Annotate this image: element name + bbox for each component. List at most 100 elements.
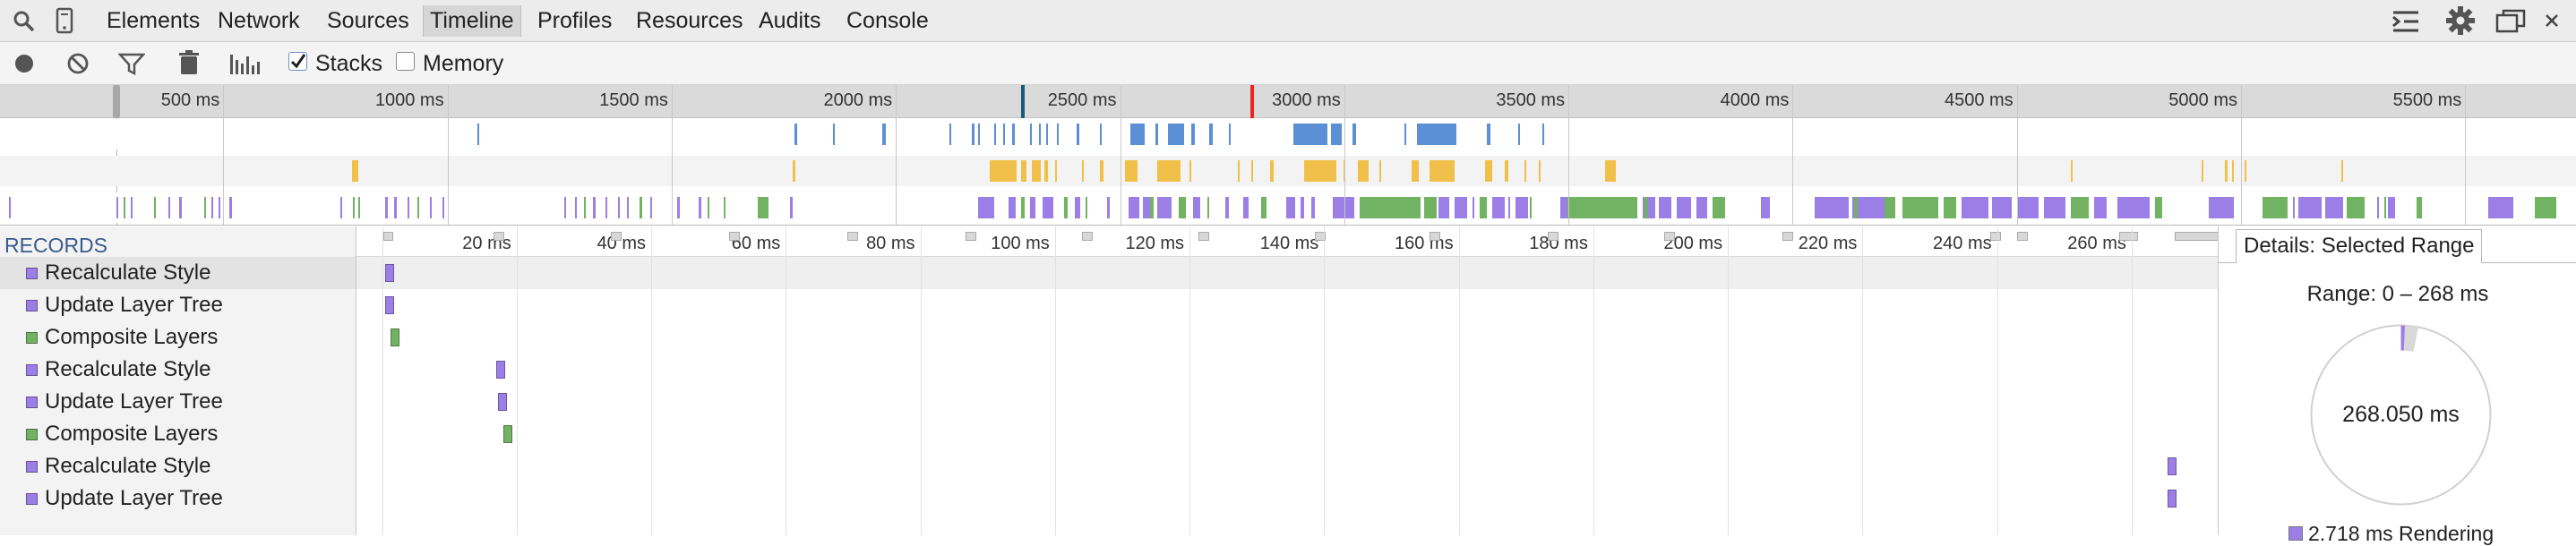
record-row[interactable]: Update Layer Tree [0,289,356,321]
rendering-event [627,197,629,218]
tab-details-selected-range[interactable]: Details: Selected Range [2236,229,2483,263]
record-bar[interactable] [2168,457,2177,475]
rendering-event [219,197,220,218]
overview-gridline [2465,85,2467,226]
frame-marker [2119,232,2138,241]
records-gridline [1996,226,1998,535]
painting-event [1567,197,1623,218]
record-timeline-row[interactable] [356,289,2218,321]
overview-gridline [447,85,449,226]
tab-audits[interactable]: Audits [752,5,827,37]
loading-event [1191,124,1195,145]
gear-icon[interactable] [2445,5,2476,36]
timeline-overview[interactable]: 500 ms 1000 ms 1500 ms 2000 ms 2500 ms 3000 m… [0,85,2576,226]
scripting-event [2341,160,2343,182]
devtools-tab-bar: Elements Network Sources Timeline Profiles Re… [0,0,2576,42]
rendering-event [1713,197,1725,218]
record-bar[interactable] [2168,490,2177,508]
rendering-event [168,197,170,218]
scripting-event [2071,160,2073,182]
rendering-event [2300,197,2322,218]
record-timeline-row[interactable] [356,386,2218,418]
record-label: Composite Layers [45,422,219,446]
records-header: RECORDS [4,234,108,257]
load-event-marker [1250,85,1254,118]
overview-tick-label: 4500 ms [1944,90,2014,110]
show-drawer-icon[interactable] [2391,9,2422,34]
rendering-event [605,197,607,218]
record-row[interactable]: Update Layer Tree [0,482,356,515]
rendering-event [724,197,726,218]
overview-tick-label: 3500 ms [1496,90,1566,110]
record-timeline-row[interactable] [356,418,2218,450]
records-timeline[interactable]: 20 ms 40 ms 60 ms 80 ms 100 ms 120 ms 140 ms 16… [356,226,2237,535]
loading-event [1293,124,1327,145]
records-gridline [1324,226,1326,535]
overview-left-handle[interactable] [113,85,120,118]
record-timeline-row[interactable] [356,354,2218,386]
tab-console[interactable]: Console [840,5,935,37]
loading-event [1030,124,1032,145]
tab-elements[interactable]: Elements [100,5,206,37]
filter-icon[interactable] [117,52,146,76]
loading-event [1012,124,1015,145]
record-row[interactable]: Recalculate Style [0,354,356,386]
record-bar[interactable] [498,393,508,411]
scripting-event [990,160,1017,182]
record-timeline-row[interactable] [356,450,2218,482]
painting-event [1150,197,1154,218]
record-type-swatch [26,300,38,311]
record-bar[interactable] [391,328,400,346]
frame-marker [1664,232,1675,241]
rendering-event [2209,197,2234,218]
record-timeline-row[interactable] [356,321,2218,354]
clear-button[interactable] [66,52,90,75]
garbage-collect-icon[interactable] [178,49,200,76]
search-icon[interactable] [13,10,36,33]
rendering-event [1225,197,1229,218]
records-gridline [516,226,518,535]
record-bar[interactable] [496,361,506,379]
record-timeline-row[interactable] [356,482,2218,515]
range-label: Range: 0 – 268 ms [2306,282,2489,306]
stacks-checkbox[interactable] [288,52,307,71]
record-bar[interactable] [384,296,394,314]
loading-event [1057,124,1059,145]
record-row[interactable]: Composite Layers [0,321,356,354]
flame-chart-toggle-icon[interactable] [228,51,261,76]
tab-profiles[interactable]: Profiles [531,5,618,37]
scripting-event [2245,160,2246,182]
rendering-event [124,197,125,218]
rendering-event [1129,197,1139,218]
record-row[interactable]: Recalculate Style [0,450,356,482]
scripting-event [1270,160,1274,182]
rendering-event [229,197,232,218]
dock-side-icon[interactable] [2495,9,2526,34]
rendering-event [2535,197,2556,218]
rendering-event [2017,197,2039,218]
rendering-event [1659,197,1671,218]
record-button[interactable] [13,53,35,74]
loading-event [994,124,996,145]
record-row[interactable]: Recalculate Style [0,257,356,289]
record-bar[interactable] [384,264,394,282]
tab-resources[interactable]: Resources [630,5,750,37]
tab-sources[interactable]: Sources [321,5,416,37]
record-row[interactable]: Composite Layers [0,418,356,450]
rendering-event [1815,197,1849,218]
tab-network[interactable]: Network [211,5,306,37]
scripting-event [1485,160,1492,182]
record-bar[interactable] [502,425,512,443]
scripting-event [1157,160,1181,182]
record-timeline-row[interactable] [356,257,2218,289]
records-tick-label: 140 ms [1259,234,1319,253]
close-icon[interactable] [2544,13,2560,29]
rendering-event [2094,197,2107,218]
tab-timeline[interactable]: Timeline [423,5,521,37]
rendering-event [1992,197,2012,218]
painting-event [1634,197,1637,218]
device-mode-icon[interactable] [56,7,73,34]
memory-checkbox[interactable] [396,52,415,71]
record-row[interactable]: Update Layer Tree [0,386,356,418]
rendering-event [1516,197,1528,218]
